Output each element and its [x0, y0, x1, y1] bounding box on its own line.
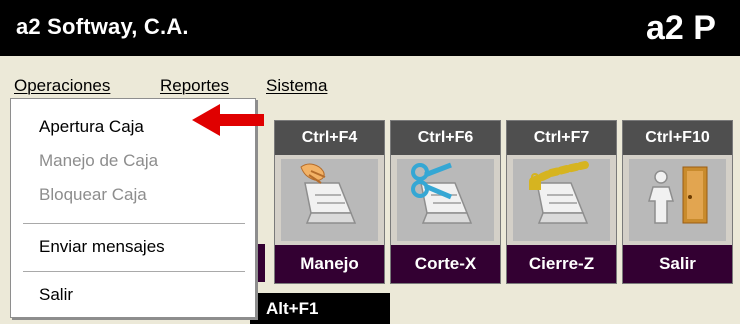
- brand-logo-text: a2 P: [646, 9, 716, 47]
- manejo-button[interactable]: Ctrl+F4 Manejo: [274, 120, 385, 284]
- button-label: Cierre-Z: [507, 245, 616, 283]
- exit-door-icon: [629, 159, 726, 241]
- button-label: Manejo: [275, 245, 384, 283]
- title-bar: a2 Softway, C.A. a2 P: [0, 0, 740, 56]
- menu-item-manejo-de-caja[interactable]: Manejo de Caja: [39, 151, 158, 171]
- red-arrow-icon: [186, 98, 270, 142]
- menu-reportes[interactable]: Reportes: [160, 76, 229, 96]
- hand-drawer-icon: [281, 159, 378, 241]
- cierre-z-button[interactable]: Ctrl+F7 Cierre-Z: [506, 120, 617, 284]
- scissors-drawer-icon: [397, 159, 494, 241]
- shortcut-label: Ctrl+F7: [507, 121, 616, 155]
- menu-operaciones[interactable]: Operaciones: [14, 76, 110, 96]
- button-label: Corte-X: [391, 245, 500, 283]
- menu-item-salir[interactable]: Salir: [39, 285, 73, 305]
- menu-item-apertura-caja[interactable]: Apertura Caja: [39, 117, 144, 137]
- bottom-shortcut-label: Alt+F1: [250, 293, 390, 324]
- menu-item-enviar-mensajes[interactable]: Enviar mensajes: [39, 237, 165, 257]
- salir-toolbar-button[interactable]: Ctrl+F10 Salir: [622, 120, 733, 284]
- menu-bar: Operaciones Reportes Sistema: [0, 56, 740, 100]
- menu-separator: [23, 271, 245, 273]
- menu-separator: [23, 223, 245, 225]
- window-title: a2 Softway, C.A.: [16, 14, 189, 39]
- corte-x-button[interactable]: Ctrl+F6 Corte-X: [390, 120, 501, 284]
- shortcut-label: Ctrl+F10: [623, 121, 732, 155]
- shortcut-label: Ctrl+F6: [391, 121, 500, 155]
- menu-item-bloquear-caja[interactable]: Bloquear Caja: [39, 185, 147, 205]
- shortcut-label: Ctrl+F4: [275, 121, 384, 155]
- chain-drawer-icon: [513, 159, 610, 241]
- button-label: Salir: [623, 245, 732, 283]
- menu-sistema[interactable]: Sistema: [266, 76, 327, 96]
